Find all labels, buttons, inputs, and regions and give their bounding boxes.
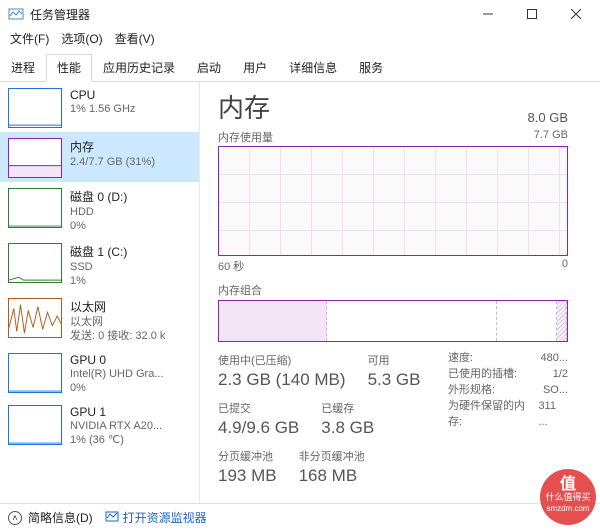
sidebar-item-label: CPU	[70, 88, 135, 102]
spec-slots: 1/2	[553, 366, 568, 382]
tab-startup[interactable]: 启动	[186, 54, 232, 82]
sidebar-item-sub: 1% (36 ℃)	[70, 433, 162, 447]
sidebar-item-label: 以太网	[70, 298, 165, 315]
taskmgr-icon	[8, 6, 24, 22]
memory-total: 8.0 GB	[528, 110, 568, 125]
tab-bar: 进程 性能 应用历史记录 启动 用户 详细信息 服务	[0, 53, 600, 82]
metric-label: 已提交	[218, 400, 299, 416]
disk1-thumb	[8, 243, 62, 283]
menu-options[interactable]: 选项(O)	[61, 30, 102, 47]
spec-label: 外形规格:	[448, 382, 495, 398]
fewer-details-link[interactable]: 简略信息(D)	[28, 509, 93, 526]
sidebar-item-label: 磁盘 1 (C:)	[70, 243, 127, 260]
sidebar-item-sub: NVIDIA RTX A20...	[70, 419, 162, 433]
metric-committed: 4.9/9.6 GB	[218, 418, 299, 438]
sidebar-item-memory[interactable]: 内存 2.4/7.7 GB (31%)	[0, 132, 199, 182]
sidebar-item-sub: 1% 1.56 GHz	[70, 102, 135, 116]
ethernet-thumb	[8, 298, 62, 338]
sidebar-item-sub: HDD	[70, 205, 127, 219]
metric-paged: 193 MB	[218, 466, 277, 486]
sidebar-item-label: GPU 1	[70, 405, 162, 419]
memory-spec-table: 速度: 480... 已使用的插槽: 1/2 外形规格: SO... 为硬件保留的内存…	[448, 350, 568, 486]
composition-label: 内存组合	[218, 282, 262, 298]
sidebar-item-sub: SSD	[70, 260, 127, 274]
sidebar-item-disk1[interactable]: 磁盘 1 (C:) SSD 1%	[0, 237, 199, 292]
sidebar-item-sub: 2.4/7.7 GB (31%)	[70, 155, 155, 169]
fewer-details-icon[interactable]: ˄	[8, 511, 22, 525]
metric-in-use: 2.3 GB (140 MB)	[218, 370, 346, 390]
sidebar-item-sub: 发送: 0 接收: 32.0 k	[70, 329, 165, 343]
sidebar-item-label: 内存	[70, 138, 155, 155]
sidebar-item-sub: 1%	[70, 274, 127, 288]
sidebar-item-label: GPU 0	[70, 353, 164, 367]
menu-view[interactable]: 查看(V)	[115, 30, 155, 47]
memory-composition-chart[interactable]	[218, 300, 568, 342]
open-resmon-link[interactable]: 打开资源监视器	[123, 509, 207, 526]
metric-label: 非分页缓冲池	[299, 448, 365, 464]
spec-speed: 480...	[540, 350, 568, 366]
chart-axis-left: 60 秒	[218, 258, 244, 274]
main-panel: 内存 8.0 GB 内存使用量 7.7 GB 60 秒 0 内存组合 使用中(已…	[200, 82, 600, 512]
chart-max: 7.7 GB	[534, 129, 568, 145]
sidebar-item-cpu[interactable]: CPU 1% 1.56 GHz	[0, 82, 199, 132]
performance-sidebar: CPU 1% 1.56 GHz 内存 2.4/7.7 GB (31%) 磁盘 0…	[0, 82, 200, 512]
metric-label: 分页缓冲池	[218, 448, 277, 464]
sidebar-item-ethernet[interactable]: 以太网 以太网 发送: 0 接收: 32.0 k	[0, 292, 199, 347]
tab-processes[interactable]: 进程	[0, 54, 46, 82]
menu-file[interactable]: 文件(F)	[10, 30, 49, 47]
tab-details[interactable]: 详细信息	[278, 54, 348, 82]
window-maximize-button[interactable]	[510, 0, 554, 28]
sidebar-item-sub: Intel(R) UHD Gra...	[70, 367, 164, 381]
chart-label: 内存使用量	[218, 129, 273, 145]
menu-bar: 文件(F) 选项(O) 查看(V)	[0, 28, 600, 53]
metric-label: 已缓存	[321, 400, 374, 416]
metric-label: 可用	[368, 352, 421, 368]
sidebar-item-sub: 以太网	[70, 315, 165, 329]
memory-usage-chart[interactable]	[218, 146, 568, 256]
gpu0-thumb	[8, 353, 62, 393]
spec-label: 已使用的插槽:	[448, 366, 517, 382]
memory-thumb	[8, 138, 62, 178]
tab-app-history[interactable]: 应用历史记录	[92, 54, 186, 82]
window-titlebar: 任务管理器	[0, 0, 600, 28]
window-close-button[interactable]	[554, 0, 598, 28]
spec-form: SO...	[543, 382, 568, 398]
tab-services[interactable]: 服务	[348, 54, 394, 82]
disk0-thumb	[8, 188, 62, 228]
sidebar-item-gpu1[interactable]: GPU 1 NVIDIA RTX A20... 1% (36 ℃)	[0, 399, 199, 451]
spec-label: 速度:	[448, 350, 473, 366]
window-minimize-button[interactable]	[466, 0, 510, 28]
window-title: 任务管理器	[30, 6, 90, 23]
metric-cached: 3.8 GB	[321, 418, 374, 438]
metric-label: 使用中(已压缩)	[218, 352, 346, 368]
gpu1-thumb	[8, 405, 62, 445]
tab-performance[interactable]: 性能	[46, 54, 92, 82]
chart-axis-right: 0	[562, 258, 568, 274]
spec-hwreserved: 311 ...	[538, 398, 568, 430]
page-title: 内存	[218, 88, 270, 125]
sidebar-item-disk0[interactable]: 磁盘 0 (D:) HDD 0%	[0, 182, 199, 237]
sidebar-item-sub: 0%	[70, 219, 127, 233]
tab-users[interactable]: 用户	[232, 54, 278, 82]
footer-bar: ˄ 简略信息(D) 打开资源监视器	[0, 503, 600, 531]
sidebar-item-gpu0[interactable]: GPU 0 Intel(R) UHD Gra... 0%	[0, 347, 199, 399]
spec-label: 为硬件保留的内存:	[448, 398, 538, 430]
sidebar-item-sub: 0%	[70, 381, 164, 395]
sidebar-item-label: 磁盘 0 (D:)	[70, 188, 127, 205]
cpu-thumb	[8, 88, 62, 128]
watermark-badge: 值 什么值得买 smzdm.com	[540, 469, 596, 525]
resmon-icon	[105, 509, 119, 526]
metric-available: 5.3 GB	[368, 370, 421, 390]
metric-nonpaged: 168 MB	[299, 466, 365, 486]
